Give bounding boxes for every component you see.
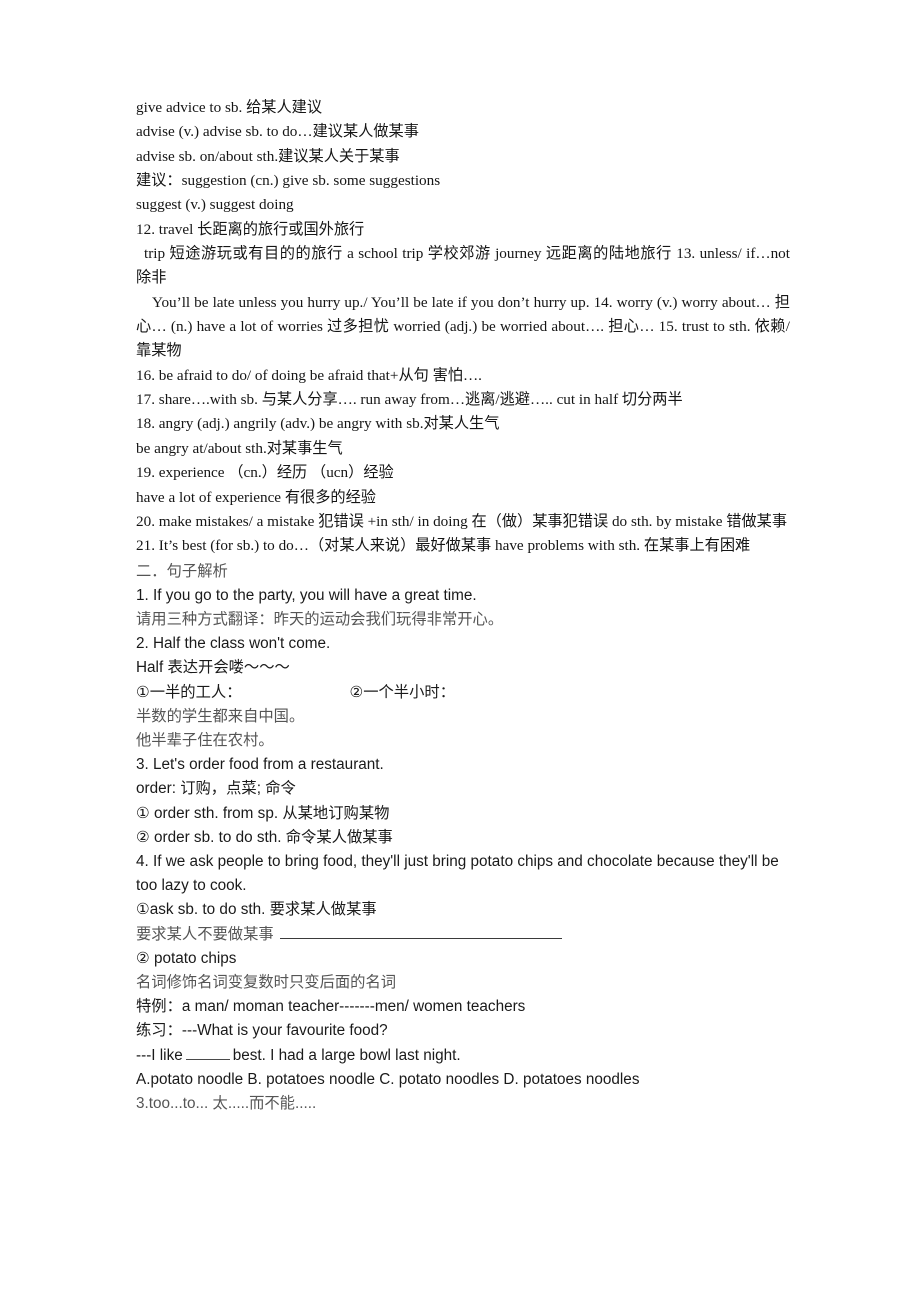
vocab-line-20-make-mistakes: 20. make mistakes/ a mistake 犯错误 +in sth… xyxy=(136,512,788,530)
analysis-item-4-blank-label: 要求某人不要做某事 xyxy=(136,925,274,943)
analysis-item-2-sub1: ①一半的工人： xyxy=(136,683,242,701)
analysis-item-2-example-1: 半数的学生都来自中国。 xyxy=(136,707,305,725)
analysis-item-4-sentence: 4. If we ask people to bring food, they'… xyxy=(136,852,779,895)
vocab-line-13-trip-journey-unless: trip 短途游玩或有目的的旅行 a school trip 学校郊游 jour… xyxy=(136,245,790,287)
section-heading-sentence-analysis: 二．句子解析 xyxy=(136,562,228,580)
vocab-line-suggestion: 建议：suggestion (cn.) give sb. some sugges… xyxy=(136,172,441,190)
vocab-line-12-travel: 12. travel 长距离的旅行或国外旅行 xyxy=(136,220,365,238)
vocab-line-give-advice: give advice to sb. 给某人建议 xyxy=(136,99,323,116)
analysis-item-2-subpoints-row: ①一半的工人： ②一个半小时： xyxy=(136,681,790,705)
vocab-line-16-be-afraid: 16. be afraid to do/ of doing be afraid … xyxy=(136,366,482,384)
vocabulary-section: give advice to sb. 给某人建议 advise (v.) adv… xyxy=(136,96,790,559)
analysis-item-2-sentence: 2. Half the class won't come. xyxy=(136,635,331,653)
vocab-line-14-unless-worry: You’ll be late unless you hurry up./ You… xyxy=(136,293,790,360)
vocab-line-17-share: 17. share….with sb. 与某人分享…. run away fro… xyxy=(136,391,683,409)
vocab-line-advise-v: advise (v.) advise sb. to do…建议某人做某事 xyxy=(136,123,419,141)
practice-answer-prefix: ---I like xyxy=(136,1046,183,1064)
analysis-item-2-sub2: ②一个半小时： xyxy=(349,683,456,701)
analysis-item-3-sub1: ① order sth. from sp. 从某地订购某物 xyxy=(136,804,390,822)
analysis-item-2-note: Half 表达开会喽～～～ xyxy=(136,659,290,677)
analysis-item-1-task: 请用三种方式翻译：昨天的运动会我们玩得非常开心。 xyxy=(136,610,504,628)
analysis-item-4-special-case: 特例：a man/ moman teacher-------men/ women… xyxy=(136,998,526,1016)
analysis-item-4-practice-answer-row: ---I like best. I had a large bowl last n… xyxy=(136,1044,790,1068)
vocab-line-advise-on-about: advise sb. on/about sth.建议某人关于某事 xyxy=(136,147,400,165)
analysis-item-4-sub1: ①ask sb. to do sth. 要求某人做某事 xyxy=(136,901,377,919)
analysis-item-1-sentence: 1. If you go to the party, you will have… xyxy=(136,586,477,604)
document-body: give advice to sb. 给某人建议 advise (v.) adv… xyxy=(136,96,790,1116)
analysis-item-4-blank-row: 要求某人不要做某事 xyxy=(136,923,790,947)
practice-answer-suffix: best. I had a large bowl last night. xyxy=(232,1046,461,1064)
analysis-item-3-sentence: 3. Let's order food from a restaurant. xyxy=(136,756,384,774)
answer-blank-long[interactable] xyxy=(279,927,562,939)
vocab-line-19-experience: 19. experience （cn.）经历 （ucn）经验 xyxy=(136,464,394,482)
analysis-item-3-gloss: order: 订购，点菜; 命令 xyxy=(136,780,296,798)
analysis-item-4-practice-question: 练习：---What is your favourite food? xyxy=(136,1022,388,1040)
vocab-line-suggest-v: suggest (v.) suggest doing xyxy=(136,196,294,214)
analysis-item-3-sub2: ② order sb. to do sth. 命令某人做某事 xyxy=(136,828,393,846)
document-page: give advice to sb. 给某人建议 advise (v.) adv… xyxy=(0,0,920,1302)
analysis-item-4-rule: 名词修饰名词变复数时只变后面的名词 xyxy=(136,973,397,991)
vocab-line-have-experience: have a lot of experience 有很多的经验 xyxy=(136,488,376,506)
analysis-item-4-sub2: ② potato chips xyxy=(136,949,237,967)
analysis-item-4-choices: A.potato noodle B. potatoes noodle C. po… xyxy=(136,1070,640,1088)
sentence-analysis-section: 二．句子解析 1. If you go to the party, you wi… xyxy=(136,560,790,1117)
analysis-item-2-example-2: 他半辈子住在农村。 xyxy=(136,731,274,749)
answer-blank-short[interactable] xyxy=(185,1048,230,1060)
vocab-line-21-its-best: 21. It’s best (for sb.) to do…（对某人来说）最好做… xyxy=(136,537,751,555)
analysis-item-5-too-to: 3.too...to... 太.....而不能..... xyxy=(136,1095,317,1112)
vocab-line-angry-at-about: be angry at/about sth.对某事生气 xyxy=(136,439,343,457)
vocab-line-18-angry: 18. angry (adj.) angrily (adv.) be angry… xyxy=(136,415,500,433)
